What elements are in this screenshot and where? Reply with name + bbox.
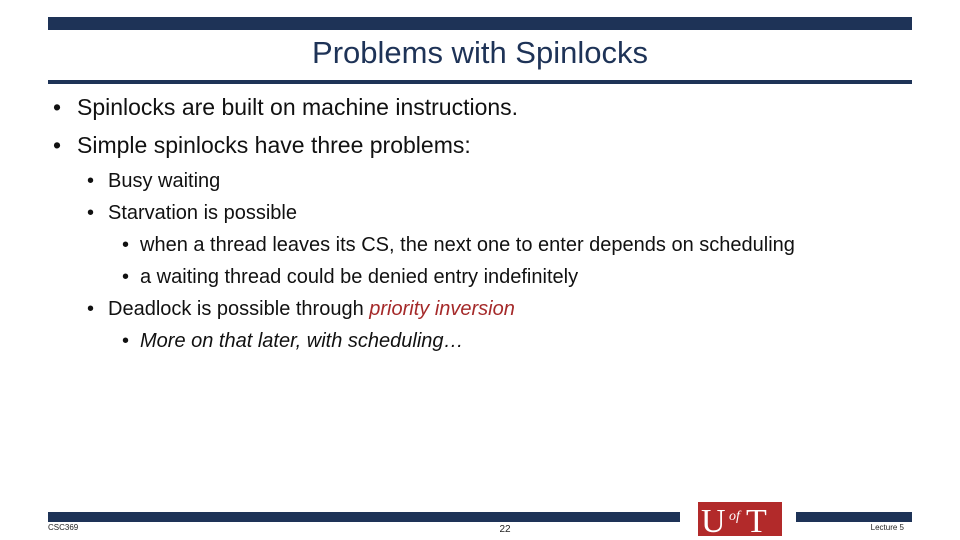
title-underline-rule xyxy=(48,80,912,84)
bullet-dot: • xyxy=(87,298,95,320)
bullet-dot: • xyxy=(122,234,130,256)
bullet-text: a waiting thread could be denied entry i… xyxy=(140,266,579,288)
sub-sub-bullet-item: • More on that later, with scheduling… xyxy=(122,328,464,354)
bullet-text: Spinlocks are built on machine instructi… xyxy=(77,94,519,120)
logo-letter-t: T xyxy=(746,503,767,538)
bullet-text: when a thread leaves its CS, the next on… xyxy=(140,234,795,256)
bullet-text: Deadlock is possible through priority in… xyxy=(108,298,515,320)
bullet-dot: • xyxy=(87,202,95,224)
bullet-text: Simple spinlocks have three problems: xyxy=(77,132,471,158)
bullet-dot: • xyxy=(87,170,95,192)
bullet-item: • Spinlocks are built on machine instruc… xyxy=(53,92,518,122)
sub-sub-bullet-item: • a waiting thread could be denied entry… xyxy=(122,264,578,290)
bullet-text: More on that later, with scheduling… xyxy=(140,330,464,352)
bullet-dot: • xyxy=(122,266,130,288)
slide-title: Problems with Spinlocks xyxy=(312,35,648,70)
bullet-text: Busy waiting xyxy=(108,170,221,192)
bullet-item: • Simple spinlocks have three problems: xyxy=(53,130,471,160)
logo-letter-u: U xyxy=(701,503,726,538)
emphasis-text: priority inversion xyxy=(369,298,515,320)
footer-course-code: CSC369 xyxy=(48,523,79,532)
top-header-bar xyxy=(48,17,912,30)
sub-bullet-item: • Starvation is possible xyxy=(87,200,297,226)
bullet-text-plain: Deadlock is possible through xyxy=(108,298,370,320)
bullet-dot: • xyxy=(53,132,62,158)
uoft-logo: U of T xyxy=(696,500,784,538)
bullet-text: Starvation is possible xyxy=(108,202,297,224)
bullet-dot: • xyxy=(122,330,130,352)
bullet-dot: • xyxy=(53,94,62,120)
sub-sub-bullet-item: • when a thread leaves its CS, the next … xyxy=(122,232,795,258)
sub-bullet-item: • Busy waiting xyxy=(87,168,220,194)
sub-bullet-item: • Deadlock is possible through priority … xyxy=(87,296,515,322)
footer-bar-right xyxy=(796,512,912,522)
footer-lecture-label: Lecture 5 xyxy=(870,523,904,532)
footer-page-number: 22 xyxy=(499,524,511,535)
footer-bar-left xyxy=(48,512,680,522)
